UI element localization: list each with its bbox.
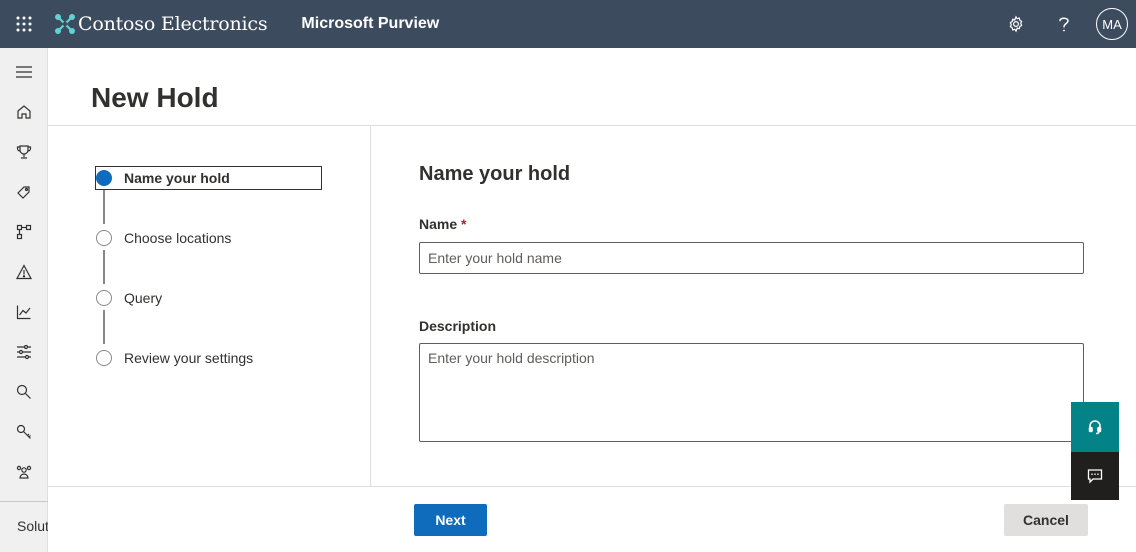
left-nav: Solutions	[0, 48, 48, 552]
step-choose-locations[interactable]: Choose locations	[95, 226, 322, 250]
tag-icon[interactable]	[0, 172, 48, 212]
key-icon[interactable]	[0, 412, 48, 452]
menu-icon[interactable]	[0, 52, 48, 92]
feedback-chat-icon	[1087, 469, 1103, 484]
brand[interactable]: Contoso Electronics	[54, 0, 268, 48]
feedback-button[interactable]	[1071, 452, 1119, 500]
help-question-icon[interactable]	[1040, 0, 1088, 48]
step-connector	[103, 190, 105, 224]
description-field-label: Description	[419, 318, 497, 334]
header-divider	[48, 125, 1136, 126]
step-label: Choose locations	[124, 230, 232, 246]
next-button[interactable]: Next	[414, 504, 487, 536]
step-label: Name your hold	[124, 170, 230, 186]
nav-solutions-label[interactable]: Solutions	[17, 518, 48, 534]
step-label: Review your settings	[124, 350, 254, 366]
main-panel: New Hold Name your hold Choose locations…	[48, 48, 1136, 552]
page-title: New Hold	[91, 82, 219, 113]
flow-icon[interactable]	[0, 212, 48, 252]
warning-icon[interactable]	[0, 252, 48, 292]
name-field-label: Name *	[419, 216, 466, 232]
footer-divider	[48, 486, 1136, 487]
step-review-settings[interactable]: Review your settings	[95, 346, 322, 370]
app-name[interactable]: Microsoft Purview	[301, 15, 439, 33]
help-headset-button[interactable]	[1071, 402, 1119, 452]
required-marker: *	[461, 216, 467, 232]
vertical-divider	[370, 125, 371, 486]
hold-name-input[interactable]	[419, 242, 1084, 274]
step-current-dot-icon	[96, 170, 112, 186]
step-connector	[103, 310, 105, 344]
settings-sliders-icon[interactable]	[0, 332, 48, 372]
hold-description-input[interactable]	[419, 343, 1084, 442]
step-dot-icon	[96, 230, 112, 246]
people-icon[interactable]	[0, 452, 48, 492]
user-avatar[interactable]: MA	[1096, 8, 1128, 40]
headset-icon	[1088, 420, 1102, 435]
step-dot-icon	[96, 290, 112, 306]
app-launcher-icon[interactable]	[0, 0, 48, 48]
step-dot-icon	[96, 350, 112, 366]
trophy-icon[interactable]	[0, 132, 48, 172]
step-connector	[103, 250, 105, 284]
chart-icon[interactable]	[0, 292, 48, 332]
nav-divider	[0, 501, 48, 502]
step-query[interactable]: Query	[95, 286, 322, 310]
form-title: Name your hold	[419, 163, 571, 185]
home-icon[interactable]	[0, 92, 48, 132]
step-label: Query	[124, 290, 163, 306]
brand-name: Contoso Electronics	[78, 13, 268, 35]
search-icon[interactable]	[0, 372, 48, 412]
top-bar: Contoso Electronics Microsoft Purview MA	[0, 0, 1136, 48]
contoso-logo-icon	[55, 14, 75, 34]
step-name-your-hold[interactable]: Name your hold	[95, 166, 322, 190]
cancel-button[interactable]: Cancel	[1004, 504, 1088, 536]
name-label-text: Name	[419, 216, 458, 232]
settings-gear-icon[interactable]	[992, 0, 1040, 48]
